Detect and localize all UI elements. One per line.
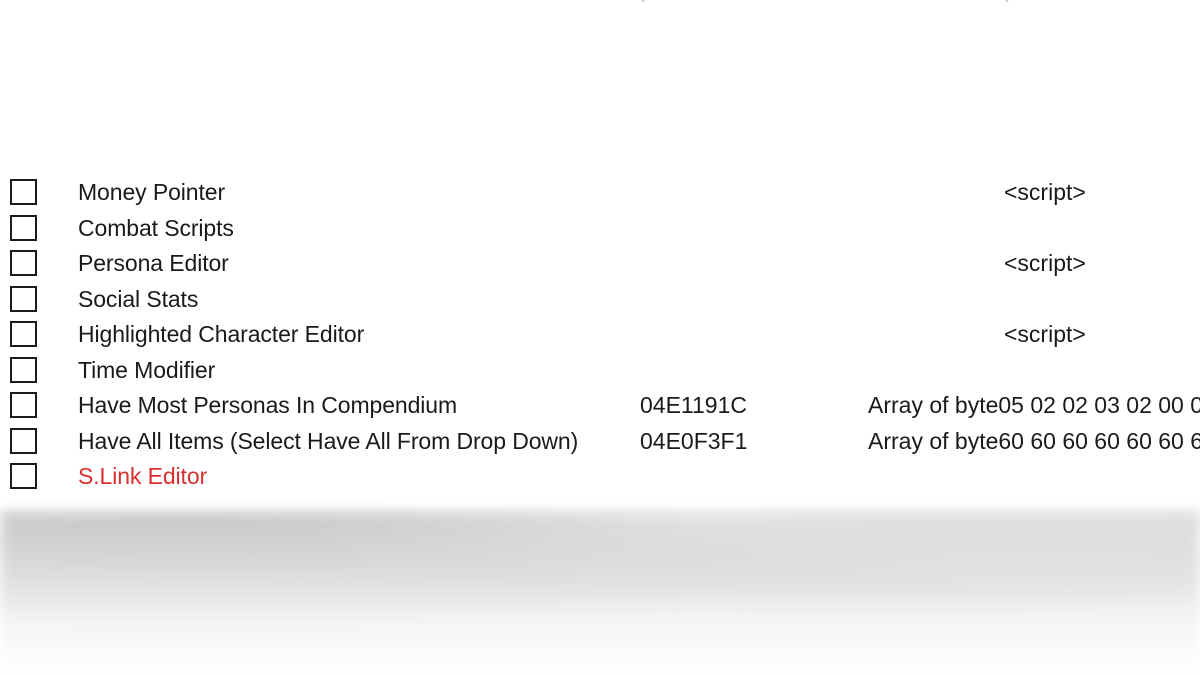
row-address[interactable] [640, 175, 864, 211]
row-type-value[interactable] [868, 353, 1200, 389]
row-type-value[interactable]: <script> [1004, 246, 1200, 282]
row-description[interactable]: Have Most Personas In Compendium [78, 388, 634, 424]
row-description[interactable]: Have All Items (Select Have All From Dro… [78, 424, 634, 460]
row-address[interactable] [640, 211, 864, 247]
row-description[interactable]: Persona Editor [78, 246, 634, 282]
table-row[interactable]: S.Link Editor [0, 459, 1200, 495]
row-checkbox[interactable] [10, 356, 37, 383]
clipped-row-type: '' [888, 0, 897, 3]
clipped-row-description: ' [78, 0, 82, 3]
table-row[interactable]: Have Most Personas In Compendium 04E1191… [0, 388, 1200, 424]
row-checkbox[interactable] [10, 250, 37, 276]
screenshot-stage: ' | '' | Money Pointer <script> Combat S… [0, 0, 1200, 675]
clipped-row-above: ' | '' | [0, 0, 1200, 10]
row-type-value[interactable]: <script> [1004, 317, 1200, 353]
row-checkbox[interactable] [10, 285, 37, 312]
table-row[interactable]: Money Pointer <script> [0, 175, 1200, 211]
table-row[interactable]: Social Stats [0, 282, 1200, 318]
lower-blurred-background [0, 512, 1200, 675]
row-address[interactable] [640, 282, 864, 318]
clipped-row-address: | [640, 0, 646, 3]
row-type-value[interactable]: <script> [1004, 175, 1200, 211]
row-description[interactable]: Money Pointer [78, 175, 634, 211]
row-type-value[interactable] [868, 459, 1200, 495]
row-address[interactable]: 04E1191C [640, 388, 864, 424]
row-address[interactable] [640, 459, 864, 495]
table-row[interactable]: Time Modifier [0, 353, 1200, 389]
row-address[interactable] [640, 246, 864, 282]
row-address[interactable] [640, 353, 864, 389]
row-type-value[interactable]: Array of byte05 02 02 03 02 00 00 [868, 388, 1200, 424]
table-row[interactable]: Highlighted Character Editor <script> [0, 317, 1200, 353]
row-type-value[interactable] [868, 211, 1200, 247]
row-description[interactable]: S.Link Editor [78, 459, 634, 495]
table-row[interactable]: Persona Editor <script> [0, 246, 1200, 282]
row-type-value[interactable]: Array of byte60 60 60 60 60 60 60 [868, 424, 1200, 460]
row-description[interactable]: Time Modifier [78, 353, 634, 389]
row-description[interactable]: Combat Scripts [78, 211, 634, 247]
row-checkbox[interactable] [10, 427, 37, 454]
row-type-value[interactable] [868, 282, 1200, 318]
row-description[interactable]: Highlighted Character Editor [78, 317, 634, 353]
row-checkbox[interactable] [10, 179, 37, 205]
row-checkbox[interactable] [10, 392, 37, 418]
row-address[interactable]: 04E0F3F1 [640, 424, 864, 460]
row-address[interactable] [640, 317, 864, 353]
row-checkbox[interactable] [10, 463, 37, 489]
row-description[interactable]: Social Stats [78, 282, 634, 318]
table-row[interactable]: Have All Items (Select Have All From Dro… [0, 424, 1200, 460]
table-row[interactable]: Combat Scripts [0, 211, 1200, 247]
clipped-row-value: | [1004, 0, 1010, 3]
row-checkbox[interactable] [10, 321, 37, 347]
cheat-table-panel: ' | '' | Money Pointer <script> Combat S… [0, 0, 1200, 512]
row-checkbox[interactable] [10, 214, 37, 241]
